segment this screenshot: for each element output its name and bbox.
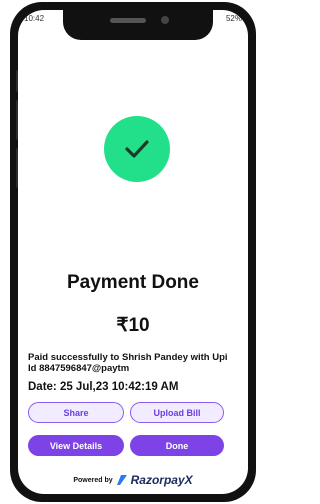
camera [161,16,169,24]
share-button[interactable]: Share [28,402,124,423]
done-button[interactable]: Done [130,435,224,456]
speaker [110,18,146,23]
notch [63,10,213,40]
brand-name: RazorpayX [130,473,193,487]
payment-description: Paid successfully to Shrish Pandey with … [28,352,228,374]
payment-amount: ₹10 [116,315,150,336]
page-title: Payment Done [67,272,199,293]
upload-bill-button[interactable]: Upload Bill [130,402,224,423]
status-time: 10:42 [24,14,45,23]
razorpay-logo-icon [116,475,127,485]
success-badge [104,116,170,182]
status-battery: 52% [225,14,242,23]
payment-date: Date: 25 Jul,23 10:42:19 AM [28,381,179,393]
check-icon [125,140,149,158]
powered-by-label: Powered by [73,476,113,484]
view-details-button[interactable]: View Details [28,435,124,456]
phone-body: 10:42 52% Payment Done ₹10 Paid successf… [10,2,256,502]
powered-by-footer: Powered by RazorpayX [18,473,248,487]
screen: 10:42 52% Payment Done ₹10 Paid successf… [18,10,248,494]
